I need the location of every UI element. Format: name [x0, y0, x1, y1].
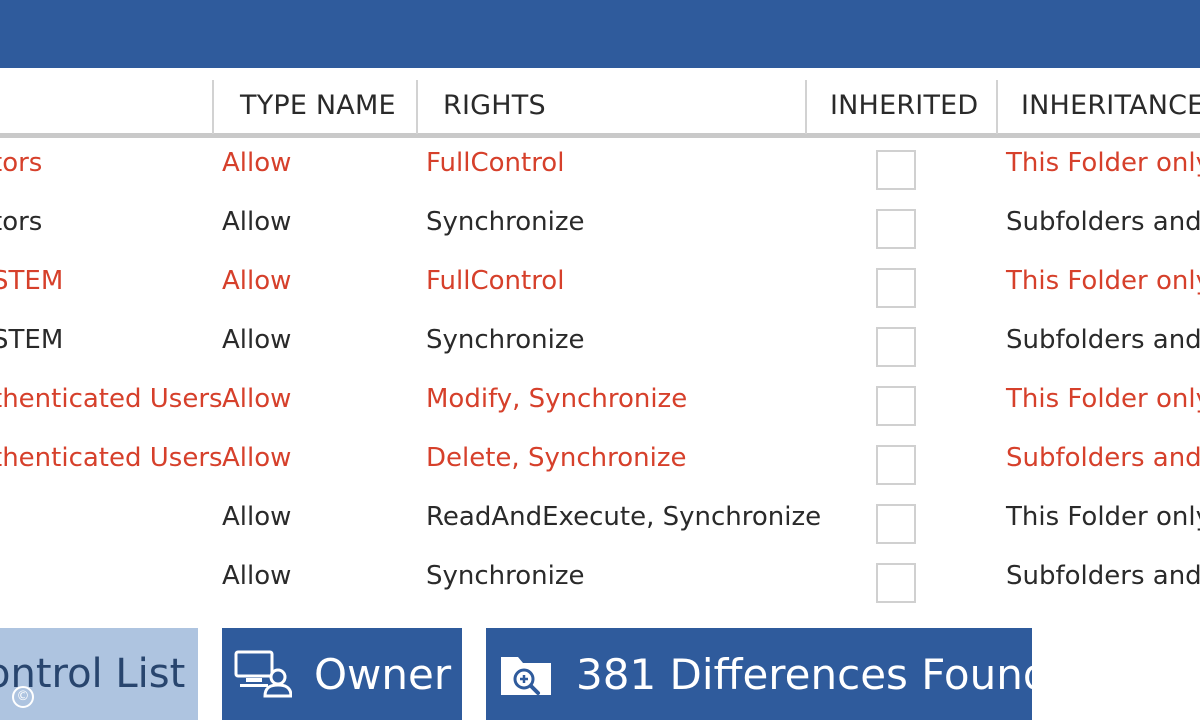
copyright-mark: ©: [12, 686, 34, 708]
cell-identity: STEM: [0, 266, 64, 296]
table-row[interactable]: STEM Allow Synchronize Subfolders and: [0, 315, 1200, 374]
cell-inheritance: This Folder only: [1006, 384, 1200, 414]
cell-inheritance: This Folder only: [1006, 502, 1200, 532]
cell-type-name: Allow: [222, 148, 292, 178]
computer-user-icon: [234, 649, 292, 699]
cell-rights: Synchronize: [426, 207, 585, 237]
table-row[interactable]: Allow Synchronize Subfolders and: [0, 551, 1200, 610]
cell-rights: ReadAndExecute, Synchronize: [426, 502, 822, 532]
window-title-bar: [0, 0, 1200, 68]
inherited-checkbox[interactable]: [876, 327, 916, 367]
cell-type-name: Allow: [222, 561, 292, 591]
cell-type-name: Allow: [222, 325, 292, 355]
column-separator[interactable]: [805, 80, 807, 134]
cell-identity: tors: [0, 148, 43, 178]
cell-type-name: Allow: [222, 384, 292, 414]
cell-identity: thenticated Users: [0, 384, 223, 414]
cell-inheritance: Subfolders and: [1006, 443, 1200, 473]
inherited-checkbox[interactable]: [876, 386, 916, 426]
cell-type-name: Allow: [222, 502, 292, 532]
cell-type-name: Allow: [222, 443, 292, 473]
permissions-table: TYPE NAME RIGHTS INHERITED INHERITANCE t…: [0, 68, 1200, 628]
cell-rights: Synchronize: [426, 561, 585, 591]
inherited-checkbox[interactable]: [876, 504, 916, 544]
cell-type-name: Allow: [222, 207, 292, 237]
cell-identity: thenticated Users: [0, 443, 223, 473]
tab-label: Owner: [314, 649, 452, 699]
cell-inheritance: Subfolders and: [1006, 207, 1200, 237]
cell-rights: FullControl: [426, 148, 565, 178]
column-separator[interactable]: [996, 80, 998, 134]
inherited-checkbox[interactable]: [876, 150, 916, 190]
table-row[interactable]: thenticated Users Allow Delete, Synchron…: [0, 433, 1200, 492]
inherited-checkbox[interactable]: [876, 209, 916, 249]
cell-rights: Modify, Synchronize: [426, 384, 688, 414]
folder-search-icon: [498, 649, 554, 699]
tab-owner[interactable]: Owner: [222, 628, 462, 720]
cell-inheritance: Subfolders and: [1006, 561, 1200, 591]
inherited-checkbox[interactable]: [876, 268, 916, 308]
column-header-inheritance[interactable]: INHERITANCE: [1021, 90, 1200, 121]
table-row[interactable]: STEM Allow FullControl This Folder only: [0, 256, 1200, 315]
table-header: TYPE NAME RIGHTS INHERITED INHERITANCE: [0, 68, 1200, 138]
column-separator[interactable]: [212, 80, 214, 134]
table-row[interactable]: tors Allow Synchronize Subfolders and: [0, 197, 1200, 256]
inherited-checkbox[interactable]: [876, 445, 916, 485]
cell-rights: FullControl: [426, 266, 565, 296]
cell-inheritance: This Folder only: [1006, 266, 1200, 296]
tab-access-control-list[interactable]: ontrol List: [0, 628, 198, 720]
cell-rights: Delete, Synchronize: [426, 443, 687, 473]
table-row[interactable]: Allow ReadAndExecute, Synchronize This F…: [0, 492, 1200, 551]
column-separator[interactable]: [416, 80, 418, 134]
cell-identity: STEM: [0, 325, 64, 355]
column-header-type-name[interactable]: TYPE NAME: [240, 90, 396, 121]
cell-inheritance: Subfolders and: [1006, 325, 1200, 355]
cell-inheritance: This Folder only: [1006, 148, 1200, 178]
cell-identity: tors: [0, 207, 43, 237]
table-row[interactable]: tors Allow FullControl This Folder only: [0, 138, 1200, 197]
tab-differences-found[interactable]: 381 Differences Found: [486, 628, 1032, 720]
tab-label: 381 Differences Found: [576, 649, 1032, 699]
inherited-checkbox[interactable]: [876, 563, 916, 603]
column-header-inherited[interactable]: INHERITED: [830, 90, 978, 121]
table-row[interactable]: thenticated Users Allow Modify, Synchron…: [0, 374, 1200, 433]
column-header-rights[interactable]: RIGHTS: [443, 90, 546, 121]
bottom-tab-bar: ontrol List Owner 381 Differences Found: [0, 628, 1200, 720]
cell-type-name: Allow: [222, 266, 292, 296]
cell-rights: Synchronize: [426, 325, 585, 355]
